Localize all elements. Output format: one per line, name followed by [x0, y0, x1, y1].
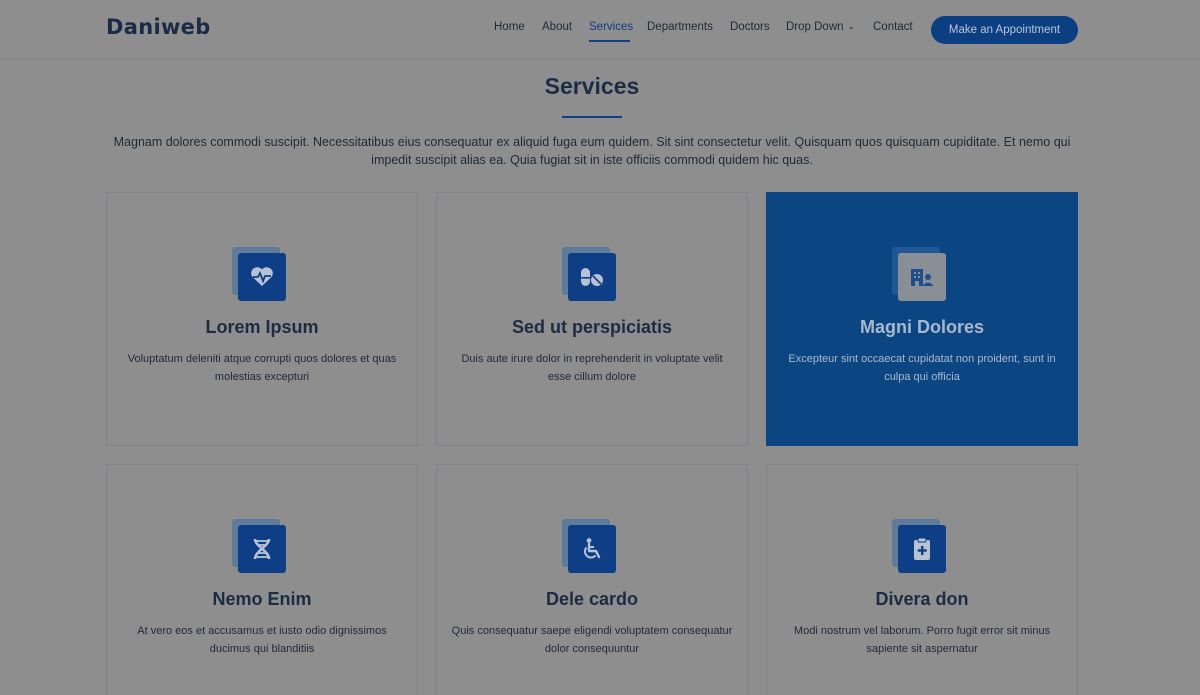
nav-item-departments[interactable]: Departments	[647, 21, 713, 33]
site-header: Daniweb Home About Services Departments …	[0, 0, 1200, 58]
section-title-divider	[562, 116, 622, 118]
service-description: Excepteur sint occaecat cupidatat non pr…	[788, 353, 1056, 383]
nav-item-services[interactable]: Services	[589, 21, 633, 33]
capsule-pill-icon	[581, 268, 603, 286]
dna-icon	[253, 538, 271, 560]
service-icon-wrapper	[562, 519, 617, 574]
service-title: Divera don	[875, 589, 969, 609]
icon-tile	[238, 253, 286, 301]
service-card[interactable]: Sed ut perspiciatis Duis aute irure dolo…	[436, 192, 748, 446]
service-card[interactable]: Nemo Enim At vero eos et accusamus et iu…	[106, 464, 418, 695]
service-title: Dele cardo	[545, 589, 639, 609]
nav-item-doctors[interactable]: Doctors	[730, 21, 770, 33]
chevron-down-icon: ⌄	[847, 21, 856, 31]
service-description: Modi nostrum vel laborum. Porro fugit er…	[793, 625, 1051, 655]
service-description: Quis consequatur saepe eligendi voluptat…	[451, 625, 733, 655]
service-description: At vero eos et accusamus et iusto odio d…	[137, 625, 387, 655]
service-card[interactable]: Dele cardo Quis consequatur saepe eligen…	[436, 464, 748, 695]
clipboard-medical-icon	[914, 537, 930, 560]
service-title: Nemo Enim	[212, 589, 312, 609]
service-description: Duis aute irure dolor in reprehenderit i…	[461, 353, 723, 383]
service-icon-wrapper	[562, 247, 617, 302]
service-icon-wrapper	[232, 519, 287, 574]
nav-item-home[interactable]: Home	[494, 21, 525, 33]
site-logo[interactable]: Daniweb	[106, 15, 211, 39]
wheelchair-icon	[584, 538, 601, 559]
service-card[interactable]: Lorem Ipsum Voluptatum deleniti atque co…	[106, 192, 418, 446]
service-icon-wrapper	[232, 247, 287, 302]
section-intro: Magnam dolores commodi suscipit. Necessi…	[113, 135, 1071, 167]
icon-tile	[238, 525, 286, 573]
nav-active-underline	[589, 40, 630, 42]
nav-item-contact[interactable]: Contact	[873, 21, 913, 33]
icon-tile	[568, 253, 616, 301]
service-card-featured[interactable]: Magni Dolores Excepteur sint occaecat cu…	[766, 192, 1078, 446]
service-icon-wrapper	[892, 519, 947, 574]
section-title: Services	[544, 73, 640, 99]
hospital-user-icon	[911, 269, 934, 286]
make-appointment-button[interactable]: Make an Appointment	[931, 16, 1078, 44]
nav-item-dropdown-label: Drop Down	[786, 21, 844, 33]
service-card[interactable]: Divera don Modi nostrum vel laborum. Por…	[766, 464, 1078, 695]
nav-item-about[interactable]: About	[542, 21, 572, 33]
icon-tile	[898, 253, 946, 301]
service-description: Voluptatum deleniti atque corrupti quos …	[127, 353, 397, 383]
icon-tile	[568, 525, 616, 573]
heart-pulse-icon	[251, 267, 273, 286]
icon-tile	[898, 525, 946, 573]
service-title: Sed ut perspiciatis	[511, 317, 673, 337]
service-icon-wrapper	[892, 247, 947, 302]
nav-item-dropdown[interactable]: Drop Down ⌄	[786, 21, 855, 33]
service-title: Lorem Ipsum	[205, 317, 319, 337]
service-title: Magni Dolores	[859, 317, 984, 337]
